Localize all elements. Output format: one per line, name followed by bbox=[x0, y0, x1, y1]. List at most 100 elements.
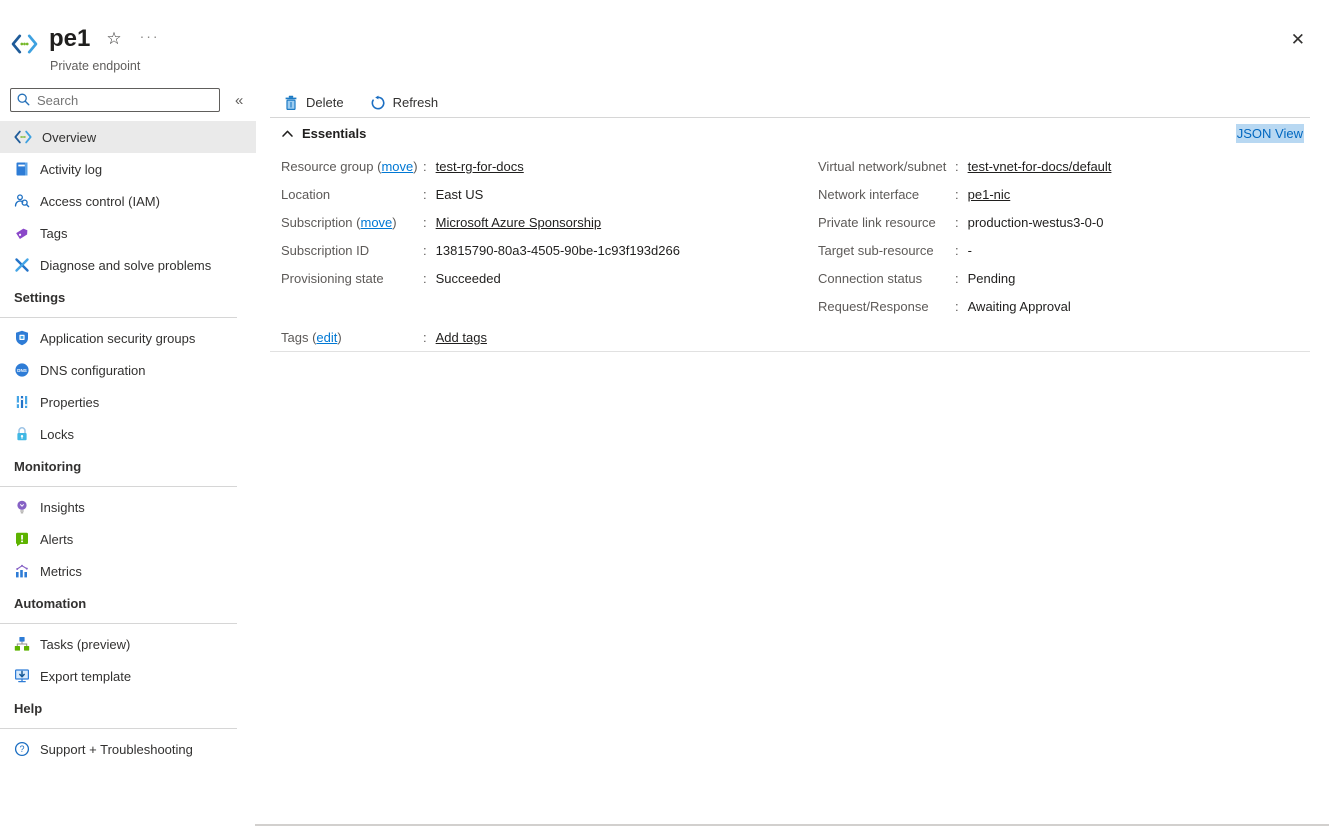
sidebar-section-settings: Settings bbox=[0, 290, 237, 318]
search-icon bbox=[16, 92, 31, 107]
sidebar-item-label: Metrics bbox=[40, 564, 82, 579]
sidebar-item-tasks[interactable]: Tasks (preview) bbox=[0, 628, 256, 660]
sidebar-item-access-control[interactable]: Access control (IAM) bbox=[0, 185, 256, 217]
resource-type-subtitle: Private endpoint bbox=[50, 59, 140, 73]
refresh-button[interactable]: Refresh bbox=[370, 95, 439, 111]
blade-header: pe1 ☆ ··· Private endpoint ✕ bbox=[0, 0, 1329, 84]
private-endpoint-icon bbox=[11, 33, 38, 55]
access-control-icon bbox=[14, 193, 30, 209]
location-value: East US bbox=[436, 187, 484, 202]
sidebar-item-label: Insights bbox=[40, 500, 85, 515]
sidebar-item-label: Locks bbox=[40, 427, 74, 442]
blade-bottom-divider bbox=[255, 824, 1329, 826]
field-label: Subscription (move) bbox=[281, 215, 423, 230]
field-label: Network interface bbox=[818, 187, 955, 202]
help-icon bbox=[14, 741, 30, 757]
essentials-collapse-toggle[interactable]: Essentials bbox=[281, 126, 366, 141]
target-sub-resource-value: - bbox=[968, 243, 972, 258]
field-target-sub-resource: Target sub-resource : - bbox=[818, 236, 1310, 264]
sidebar-item-metrics[interactable]: Metrics bbox=[0, 555, 256, 587]
sidebar-section-automation: Automation bbox=[0, 596, 237, 624]
edit-tags-link[interactable]: edit bbox=[316, 330, 337, 345]
security-shield-icon bbox=[14, 330, 30, 346]
trash-icon bbox=[283, 95, 299, 111]
field-request-response: Request/Response : Awaiting Approval bbox=[818, 292, 1310, 320]
json-view-link[interactable]: JSON View bbox=[1236, 124, 1304, 143]
more-options-icon[interactable]: ··· bbox=[140, 29, 160, 43]
delete-button-label: Delete bbox=[306, 95, 344, 110]
sidebar-item-application-security-groups[interactable]: Application security groups bbox=[0, 322, 256, 354]
sidebar-item-activity-log[interactable]: Activity log bbox=[0, 153, 256, 185]
metrics-icon bbox=[14, 563, 30, 579]
search-input[interactable] bbox=[10, 88, 220, 112]
add-tags-link[interactable]: Add tags bbox=[436, 330, 487, 345]
sidebar-item-label: Overview bbox=[42, 130, 96, 145]
sidebar-collapse-button[interactable]: « bbox=[231, 90, 247, 111]
field-label: Resource group (move) bbox=[281, 159, 423, 174]
sidebar-item-export-template[interactable]: Export template bbox=[0, 660, 256, 692]
delete-button[interactable]: Delete bbox=[283, 95, 344, 111]
sidebar-item-label: Export template bbox=[40, 669, 131, 684]
field-label: Request/Response bbox=[818, 299, 955, 314]
sidebar: « Overview Activity log Access control (… bbox=[0, 88, 256, 765]
resource-group-link[interactable]: test-rg-for-docs bbox=[436, 159, 524, 174]
command-bar: Delete Refresh bbox=[270, 88, 1310, 118]
private-link-resource-value: production-westus3-0-0 bbox=[968, 215, 1104, 230]
sidebar-item-label: Activity log bbox=[40, 162, 102, 177]
refresh-button-label: Refresh bbox=[393, 95, 439, 110]
field-label: Subscription ID bbox=[281, 243, 423, 258]
network-interface-link[interactable]: pe1-nic bbox=[968, 187, 1011, 202]
sidebar-section-monitoring: Monitoring bbox=[0, 459, 237, 487]
sidebar-item-dns-configuration[interactable]: DNS configuration bbox=[0, 354, 256, 386]
close-icon[interactable]: ✕ bbox=[1291, 30, 1305, 50]
subscription-link[interactable]: Microsoft Azure Sponsorship bbox=[436, 215, 601, 230]
move-link[interactable]: move bbox=[381, 159, 413, 174]
essentials-bottom-divider bbox=[270, 351, 1310, 352]
sidebar-item-insights[interactable]: Insights bbox=[0, 491, 256, 523]
properties-icon bbox=[14, 394, 30, 410]
chevron-up-icon bbox=[281, 128, 294, 139]
essentials-section: Resource group (move) : test-rg-for-docs… bbox=[270, 148, 1310, 351]
sidebar-item-label: Properties bbox=[40, 395, 99, 410]
sidebar-item-label: DNS configuration bbox=[40, 363, 146, 378]
field-label: Virtual network/subnet bbox=[818, 159, 955, 174]
sidebar-item-label: Access control (IAM) bbox=[40, 194, 160, 209]
move-link[interactable]: move bbox=[360, 215, 392, 230]
field-location: Location : East US bbox=[281, 180, 818, 208]
main-content: Delete Refresh Essentials JSON View Reso… bbox=[270, 88, 1310, 352]
sidebar-section-help: Help bbox=[0, 701, 237, 729]
private-endpoint-icon bbox=[14, 129, 32, 145]
page-title: pe1 bbox=[49, 26, 90, 52]
field-label: Tags (edit) bbox=[281, 330, 423, 345]
sidebar-item-alerts[interactable]: Alerts bbox=[0, 523, 256, 555]
diagnose-icon bbox=[14, 257, 30, 273]
field-tags: Tags (edit) : Add tags bbox=[281, 323, 818, 351]
activity-log-icon bbox=[14, 161, 30, 177]
export-template-icon bbox=[14, 668, 30, 684]
virtual-network-link[interactable]: test-vnet-for-docs/default bbox=[968, 159, 1112, 174]
field-label: Target sub-resource bbox=[818, 243, 955, 258]
sidebar-item-tags[interactable]: Tags bbox=[0, 217, 256, 249]
sidebar-item-support[interactable]: Support + Troubleshooting bbox=[0, 733, 256, 765]
sidebar-item-label: Tags bbox=[40, 226, 67, 241]
sidebar-item-overview[interactable]: Overview bbox=[0, 121, 256, 153]
sidebar-item-diagnose[interactable]: Diagnose and solve problems bbox=[0, 249, 256, 281]
field-private-link-resource: Private link resource : production-westu… bbox=[818, 208, 1310, 236]
sidebar-nav: Overview Activity log Access control (IA… bbox=[0, 121, 256, 765]
sidebar-item-label: Application security groups bbox=[40, 331, 195, 346]
sidebar-item-label: Alerts bbox=[40, 532, 73, 547]
connection-status-value: Pending bbox=[968, 271, 1016, 286]
sidebar-item-locks[interactable]: Locks bbox=[0, 418, 256, 450]
field-label: Private link resource bbox=[818, 215, 955, 230]
essentials-title: Essentials bbox=[302, 126, 366, 141]
refresh-icon bbox=[370, 95, 386, 111]
field-resource-group: Resource group (move) : test-rg-for-docs bbox=[281, 152, 818, 180]
field-network-interface: Network interface : pe1-nic bbox=[818, 180, 1310, 208]
sidebar-item-label: Tasks (preview) bbox=[40, 637, 130, 652]
field-connection-status: Connection status : Pending bbox=[818, 264, 1310, 292]
favorite-star-icon[interactable]: ☆ bbox=[106, 29, 121, 49]
field-label: Provisioning state bbox=[281, 271, 423, 286]
tag-icon bbox=[14, 225, 30, 241]
sidebar-item-properties[interactable]: Properties bbox=[0, 386, 256, 418]
field-label: Location bbox=[281, 187, 423, 202]
